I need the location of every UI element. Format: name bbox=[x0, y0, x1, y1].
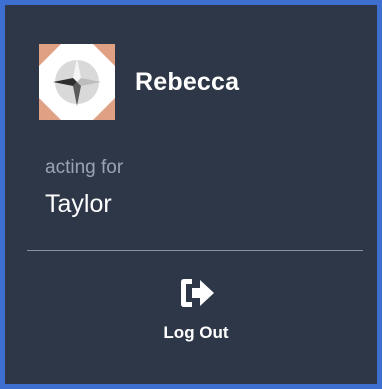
log-out-button[interactable]: Log Out bbox=[135, 267, 257, 359]
log-out-label: Log Out bbox=[163, 323, 229, 342]
geometric-star-avatar-icon bbox=[39, 44, 115, 120]
account-panel: Rebecca acting for Taylor Log Out bbox=[0, 0, 382, 389]
divider bbox=[27, 250, 363, 251]
acting-for-name: Taylor bbox=[45, 190, 112, 218]
acting-for-label: acting for bbox=[45, 157, 124, 178]
current-user: Rebecca bbox=[39, 44, 239, 120]
user-name: Rebecca bbox=[135, 67, 240, 96]
sign-out-icon bbox=[181, 279, 214, 307]
